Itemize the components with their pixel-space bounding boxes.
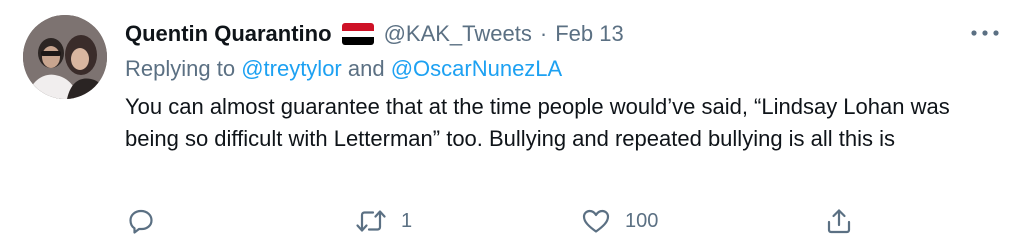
reply-button[interactable]: [128, 204, 168, 238]
like-count: 100: [625, 209, 659, 232]
separator-dot: ·: [539, 21, 548, 46]
tweet[interactable]: Quentin Quarantino @KAK_Tweets · Feb 13 …: [0, 0, 1024, 249]
reply-mention-oscarnunezla[interactable]: @OscarNunezLA: [391, 56, 563, 81]
display-name[interactable]: Quentin Quarantino: [125, 21, 332, 47]
user-handle[interactable]: @KAK_Tweets: [384, 21, 532, 47]
retweet-icon: [355, 208, 387, 234]
tweet-text: You can almost guarantee that at the tim…: [125, 94, 950, 151]
retweet-count: 1: [401, 209, 413, 232]
reply-joiner: and: [341, 56, 391, 81]
tweet-header: Quentin Quarantino @KAK_Tweets · Feb 13: [125, 18, 624, 50]
retweet-button[interactable]: 1: [355, 204, 412, 238]
replying-to-label: Replying to: [125, 56, 242, 81]
reply-icon: [128, 208, 154, 234]
flag-icon: [341, 23, 374, 45]
tweet-actions: 1 100: [0, 204, 1024, 238]
heart-icon: [581, 208, 611, 234]
more-horizontal-icon[interactable]: [968, 20, 1002, 46]
avatar[interactable]: [23, 15, 107, 99]
share-icon: [825, 207, 853, 235]
tweet-date[interactable]: Feb 13: [555, 21, 624, 47]
share-button[interactable]: [825, 204, 853, 238]
replying-to-line: Replying to @treytylor and @OscarNunezLA: [125, 56, 562, 82]
reply-mention-treytylor[interactable]: @treytylor: [241, 56, 342, 81]
like-button[interactable]: 100: [581, 204, 658, 238]
